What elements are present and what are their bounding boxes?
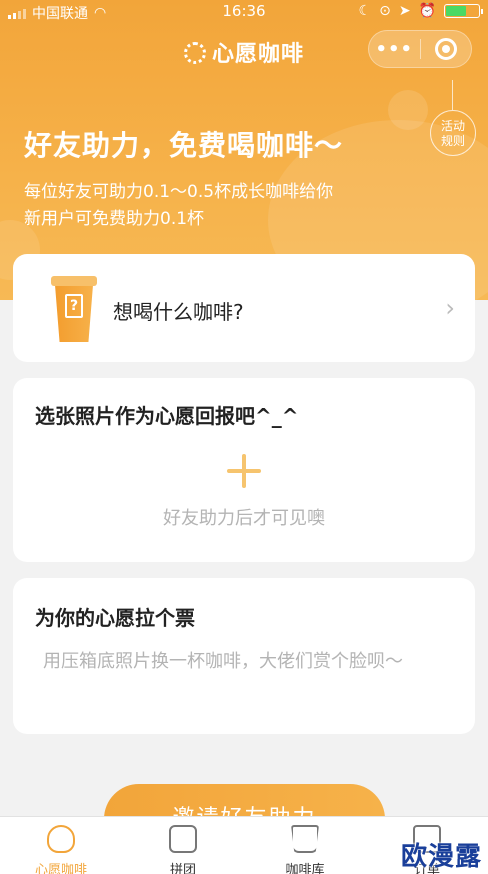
hero-headline: 好友助力，免费喝咖啡～ xyxy=(24,129,344,162)
heart-cup-icon xyxy=(47,825,75,853)
coffee-cup-icon xyxy=(291,825,319,853)
choose-coffee-label: 想喝什么咖啡? xyxy=(113,300,244,324)
vote-card-title: 为你的心愿拉个票 xyxy=(35,606,195,630)
hero-subtitle-new-user: 新用户可免费助力0.1杯 xyxy=(24,209,205,229)
choose-coffee-card[interactable]: ? 想喝什么咖啡? › xyxy=(13,254,475,362)
loading-icon xyxy=(183,42,206,64)
decor-circle xyxy=(388,90,428,130)
rules-label-line1: 活动 xyxy=(440,119,465,133)
photo-card: 选张照片作为心愿回报吧^_^ 好友助力后才可见噢 xyxy=(13,378,475,562)
location-icon: ➤ xyxy=(398,3,411,19)
group-icon xyxy=(169,825,197,853)
nav-bar: 心愿咖啡 ••• xyxy=(0,30,488,74)
vote-message-input[interactable]: 用压箱底照片换一杯咖啡，大佬们赏个脸呗～ xyxy=(43,648,423,676)
hero-subtitle: 每位好友可助力0.1～0.5杯成长咖啡给你 xyxy=(24,182,334,202)
miniprogram-capsule: ••• xyxy=(368,30,472,68)
tab-label: 心愿咖啡 xyxy=(34,863,87,874)
coffee-cup-icon: ? xyxy=(51,276,97,342)
status-bar: 中国联通 ◠ 16:36 ☾ ⊙ ➤ ⏰ xyxy=(0,0,488,24)
lock-rotation-icon: ⊙ xyxy=(379,3,391,19)
photo-card-hint: 好友助力后才可见噢 xyxy=(163,508,325,529)
photo-card-title: 选张照片作为心愿回报吧^_^ xyxy=(35,404,299,428)
tab-label: 拼团 xyxy=(169,863,196,874)
rules-label-line2: 规则 xyxy=(440,134,465,148)
battery-icon xyxy=(444,4,483,18)
activity-rules-button[interactable]: 活动 规则 xyxy=(430,110,476,156)
add-photo-icon[interactable] xyxy=(227,454,261,488)
close-icon xyxy=(434,38,457,60)
moon-icon: ☾ xyxy=(358,3,372,19)
close-button[interactable] xyxy=(420,38,471,60)
watermark: 欧漫露 xyxy=(400,842,482,872)
tab-wish-coffee[interactable]: 心愿咖啡 xyxy=(0,817,122,874)
tab-group-buy[interactable]: 拼团 xyxy=(122,817,244,874)
chevron-right-icon: › xyxy=(445,294,455,322)
rules-string xyxy=(452,80,453,110)
alarm-icon: ⏰ xyxy=(418,3,436,19)
more-button[interactable]: ••• xyxy=(369,39,420,60)
vote-card: 为你的心愿拉个票 用压箱底照片换一杯咖啡，大佬们赏个脸呗～ xyxy=(13,578,475,734)
tab-coffee-library[interactable]: 咖啡库 xyxy=(244,817,366,874)
tab-label: 咖啡库 xyxy=(285,863,325,874)
